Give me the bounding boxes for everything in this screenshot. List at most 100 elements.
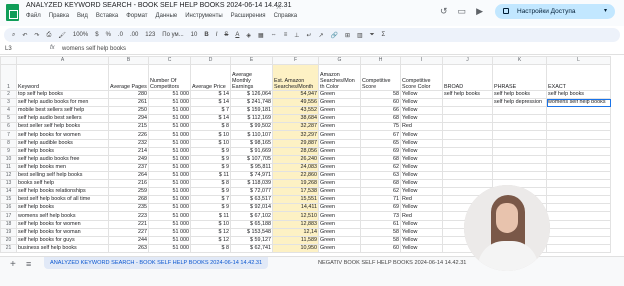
table-cell[interactable] — [546, 122, 611, 132]
table-cell[interactable]: 63 — [360, 170, 401, 181]
table-cell[interactable]: 51 000 — [148, 106, 191, 116]
table-cell[interactable]: self help books — [546, 89, 611, 100]
table-cell[interactable]: 69 — [360, 146, 401, 156]
table-cell[interactable]: 249 — [108, 154, 149, 164]
menu-extensions[interactable]: Расширения — [231, 13, 266, 19]
table-cell[interactable]: $ 7 — [190, 106, 231, 116]
table-cell[interactable] — [546, 243, 611, 253]
header-cell[interactable]: Keyword — [16, 64, 109, 91]
table-cell[interactable]: business self help books — [16, 243, 109, 253]
table-cell[interactable]: Green — [318, 114, 361, 124]
table-cell[interactable] — [492, 146, 547, 156]
table-cell[interactable]: best seller self help books — [16, 122, 109, 132]
table-cell[interactable] — [546, 130, 611, 140]
table-cell[interactable]: 51 000 — [148, 154, 191, 164]
table-cell[interactable]: 43,552 — [272, 106, 319, 116]
table-cell[interactable] — [546, 211, 611, 221]
table-cell[interactable]: $ 159,181 — [230, 106, 273, 116]
menu-view[interactable]: Вид — [77, 13, 88, 19]
table-cell[interactable] — [442, 154, 493, 164]
table-cell[interactable]: $ 67,102 — [230, 211, 273, 221]
percent-button[interactable]: % — [106, 32, 111, 38]
table-cell[interactable]: top self help books — [16, 89, 109, 100]
table-cell[interactable]: 263 — [108, 243, 149, 253]
table-cell[interactable]: $ 118,039 — [230, 179, 273, 189]
table-cell[interactable]: self help audio best sellers — [16, 114, 109, 124]
table-cell[interactable]: 227 — [108, 227, 149, 237]
table-cell[interactable]: 51 000 — [148, 122, 191, 132]
table-cell[interactable]: Green — [318, 179, 361, 189]
row-header[interactable]: 2 — [0, 89, 17, 100]
table-cell[interactable]: 51 000 — [148, 219, 191, 229]
table-cell[interactable]: Green — [318, 203, 361, 213]
header-cell[interactable]: Number Of Competitors — [148, 64, 191, 91]
table-cell[interactable]: $ 65,188 — [230, 219, 273, 229]
table-cell[interactable]: 51 000 — [148, 203, 191, 213]
menu-tools[interactable]: Инструменты — [185, 13, 222, 19]
table-cell[interactable] — [546, 179, 611, 189]
header-cell[interactable]: Est. Amazon Searches/Month — [272, 64, 319, 91]
table-cell[interactable]: 32,287 — [272, 122, 319, 132]
table-cell[interactable]: 10,950 — [272, 243, 319, 253]
column-header[interactable]: F — [272, 56, 319, 65]
table-cell[interactable]: self help audio books free — [16, 154, 109, 164]
wrap-icon[interactable]: ↵ — [306, 32, 311, 39]
header-cell[interactable]: EXACT — [546, 64, 611, 91]
table-cell[interactable]: best self help books of all time — [16, 195, 109, 205]
table-cell[interactable]: 62 — [360, 162, 401, 172]
table-cell[interactable]: self help books men — [16, 162, 109, 172]
header-cell[interactable]: BROAD — [442, 64, 493, 91]
table-cell[interactable]: $ 98,165 — [230, 138, 273, 148]
table-cell[interactable]: 250 — [108, 106, 149, 116]
column-header[interactable]: B — [108, 56, 149, 65]
table-cell[interactable]: 61 — [360, 219, 401, 229]
row-header[interactable]: 11 — [0, 162, 17, 172]
table-cell[interactable]: self help books — [442, 89, 493, 100]
header-cell[interactable]: Average Monthly Earnings — [230, 64, 273, 91]
menu-file[interactable]: Файл — [26, 13, 41, 19]
table-cell[interactable]: 66 — [360, 106, 401, 116]
comment-icon[interactable]: ▭ — [458, 6, 467, 17]
table-cell[interactable] — [492, 114, 547, 124]
table-cell[interactable]: Yellow — [400, 162, 443, 172]
table-cell[interactable]: 58 — [360, 89, 401, 100]
table-cell[interactable]: Yellow — [400, 146, 443, 156]
table-cell[interactable]: $ 14 — [190, 89, 231, 100]
table-cell[interactable]: mobile best sellers self help — [16, 106, 109, 116]
table-cell[interactable]: 26,240 — [272, 154, 319, 164]
column-header[interactable]: E — [230, 56, 273, 65]
table-cell[interactable]: 69 — [360, 203, 401, 213]
table-cell[interactable]: 11,589 — [272, 235, 319, 245]
table-cell[interactable]: Green — [318, 138, 361, 148]
table-cell[interactable]: 268 — [108, 195, 149, 205]
bold-button[interactable]: B — [204, 32, 208, 38]
table-cell[interactable]: Yellow — [400, 170, 443, 181]
table-cell[interactable]: $ 63,517 — [230, 195, 273, 205]
table-cell[interactable]: $ 9 — [190, 154, 231, 164]
table-cell[interactable]: 51 000 — [148, 187, 191, 197]
table-cell[interactable]: 51 000 — [148, 179, 191, 189]
table-cell[interactable]: 232 — [108, 138, 149, 148]
table-cell[interactable]: 58 — [360, 227, 401, 237]
table-cell[interactable]: Red — [400, 122, 443, 132]
table-cell[interactable]: 261 — [108, 98, 149, 108]
table-cell[interactable]: $ 14 — [190, 114, 231, 124]
menu-data[interactable]: Данные — [156, 13, 178, 19]
table-cell[interactable]: 22,860 — [272, 170, 319, 181]
table-cell[interactable]: 51 000 — [148, 162, 191, 172]
table-cell[interactable] — [492, 138, 547, 148]
valign-icon[interactable]: ⊥ — [294, 32, 299, 39]
video-call-icon[interactable]: ▶ — [476, 6, 483, 17]
sheet-tab-negative[interactable]: NEGATIV BOOK SELF HELP BOOKS 2024-06-14 … — [312, 257, 472, 269]
table-cell[interactable]: 237 — [108, 162, 149, 172]
table-cell[interactable]: 71 — [360, 195, 401, 205]
table-cell[interactable]: $ 95,811 — [230, 162, 273, 172]
table-cell[interactable]: Green — [318, 211, 361, 221]
table-cell[interactable]: self help books relationships — [16, 187, 109, 197]
table-cell[interactable]: 51 000 — [148, 146, 191, 156]
row-header[interactable]: 10 — [0, 154, 17, 164]
comment-add-icon[interactable]: ⊞ — [345, 32, 350, 39]
table-cell[interactable]: 67 — [360, 130, 401, 140]
table-cell[interactable] — [546, 146, 611, 156]
table-cell[interactable]: $ 74,971 — [230, 170, 273, 181]
